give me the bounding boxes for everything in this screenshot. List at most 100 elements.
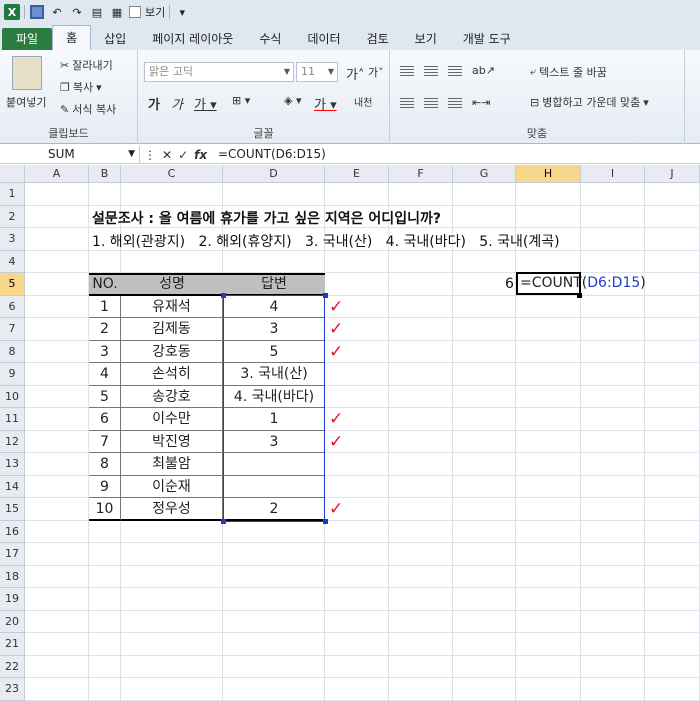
worksheet-grid[interactable]: A B C D E F G H I J 1 2 3 4 5 6 7 8 9 10 11 12 13 14 15 16 17 18 19 2… [0,165,700,701]
tab-6[interactable]: 검토 [354,28,402,50]
spelling-icon[interactable]: ▦ [109,4,125,20]
cut-button[interactable]: ✂ 잘라내기 [60,57,113,73]
customize-qat-icon[interactable]: ▾ [174,4,190,20]
row-header-12[interactable]: 12 [0,430,25,453]
view-checkbox-label: 보기 [145,6,166,19]
gridline [25,632,700,633]
cancel-icon[interactable]: ✕ [162,148,172,162]
formula-buttons: ⋮ ✕ ✓ fx [144,146,207,164]
row-header-15[interactable]: 15 [0,498,25,521]
range-handle[interactable] [323,292,328,298]
row-header-21[interactable]: 21 [0,633,25,656]
table-cell-no: 4 [89,363,121,386]
align-middle-icon [424,65,438,76]
row-header-16[interactable]: 16 [0,520,25,543]
expand-icon[interactable]: ⋮ [144,148,156,162]
phonetic-button[interactable]: 내천 [354,94,372,109]
tab-4[interactable]: 수식 [246,28,294,50]
gridline [25,542,700,543]
redo-icon[interactable]: ↷ [69,4,85,20]
row-header-3[interactable]: 3 [0,228,25,251]
row-header-20[interactable]: 20 [0,610,25,633]
range-handle[interactable] [221,518,226,524]
font-group-label: 글꼴 [253,127,274,140]
horizontal-align-buttons[interactable]: ⇤⇥ [400,96,490,109]
brush-icon: ✎ [60,102,70,116]
column-header-I[interactable]: I [581,165,645,183]
bold-button[interactable]: 가 [148,94,160,113]
range-handle[interactable] [323,518,328,524]
merge-center-button[interactable]: ⊟ 병합하고 가운데 맞춤 ▾ [530,94,649,110]
table-cell-no: 7 [89,430,121,453]
tab-3[interactable]: 페이지 레이아웃 [139,28,246,50]
paste-button[interactable]: 붙여넣기 [6,94,46,110]
row-header-13[interactable]: 13 [0,453,25,476]
active-cell-h5[interactable]: =COUNT(D6:D15) [516,272,646,295]
borders-button[interactable]: ⊞ ▾ [232,94,250,107]
insert-function-icon[interactable]: fx [194,148,207,162]
row-header-11[interactable]: 11 [0,408,25,431]
row-header-2[interactable]: 2 [0,205,25,228]
row-header-4[interactable]: 4 [0,250,25,273]
tab-5[interactable]: 데이터 [294,28,353,50]
formula-bar: SUM ▼ ⋮ ✕ ✓ fx =COUNT(D6:D15) [0,146,700,164]
wrap-text-button[interactable]: ⤶ 텍스트 줄 바꿈 [530,64,607,80]
font-size-combo[interactable]: 11 ▼ [296,62,338,82]
tab-2[interactable]: 삽입 [91,28,139,50]
underline-button[interactable]: 가 ▾ [194,94,217,113]
tab-1[interactable]: 홈 [52,25,92,50]
print-preview-icon[interactable]: ▤ [89,4,105,20]
row-header-5[interactable]: 5 [0,273,25,296]
table-header-1: 성명 [121,273,223,296]
column-header-D[interactable]: D [223,165,325,183]
column-header-A[interactable]: A [25,165,89,183]
fill-color-button[interactable]: ◈ ▾ [284,94,301,107]
row-header-18[interactable]: 18 [0,565,25,588]
enter-icon[interactable]: ✓ [178,148,188,162]
row-header-1[interactable]: 1 [0,183,25,206]
tab-0[interactable]: 파일 [2,28,53,50]
row-header-23[interactable]: 23 [0,678,25,701]
column-header-B[interactable]: B [89,165,121,183]
tab-8[interactable]: 개발 도구 [450,28,524,50]
tab-7[interactable]: 보기 [402,28,450,50]
grow-font-button[interactable]: 가˄ [346,64,364,83]
gridline [25,587,700,588]
save-icon[interactable] [29,4,45,20]
table-cell-no: 5 [89,385,121,408]
table-cell-no: 9 [89,475,121,498]
font-color-button[interactable]: 가 ▾ [314,94,337,113]
paste-icon[interactable] [12,56,42,90]
format-painter-button[interactable]: ✎ 서식 복사 [60,101,116,117]
shrink-font-button[interactable]: 가˅ [368,64,384,80]
copy-button[interactable]: ❐ 복사 ▾ [60,79,102,95]
vertical-align-buttons[interactable]: ab↗ [400,64,495,77]
row-header-22[interactable]: 22 [0,655,25,678]
table-cell-name: 유재석 [121,295,223,318]
column-header-E[interactable]: E [325,165,389,183]
column-header-G[interactable]: G [453,165,516,183]
check-mark-icon: ✓ [329,431,344,452]
column-header-F[interactable]: F [389,165,453,183]
row-header-17[interactable]: 17 [0,543,25,566]
view-checkbox[interactable] [129,6,141,18]
column-header-J[interactable]: J [645,165,700,183]
formula-input[interactable]: =COUNT(D6:D15) [218,146,326,163]
select-all-corner[interactable] [0,165,25,183]
row-header-14[interactable]: 14 [0,475,25,498]
fill-handle[interactable] [577,292,582,298]
row-header-9[interactable]: 9 [0,363,25,386]
range-handle[interactable] [221,292,226,298]
row-header-19[interactable]: 19 [0,588,25,611]
gridline [452,183,453,700]
undo-icon[interactable]: ↶ [49,4,65,20]
font-name-combo[interactable]: 맑은 고딕 ▼ [144,62,294,82]
row-header-6[interactable]: 6 [0,295,25,318]
italic-button[interactable]: 가 [171,94,183,113]
name-box[interactable]: SUM ▼ [0,146,140,164]
column-header-C[interactable]: C [121,165,223,183]
row-header-7[interactable]: 7 [0,318,25,341]
row-header-8[interactable]: 8 [0,340,25,363]
row-header-10[interactable]: 10 [0,385,25,408]
column-header-H[interactable]: H [516,165,581,183]
